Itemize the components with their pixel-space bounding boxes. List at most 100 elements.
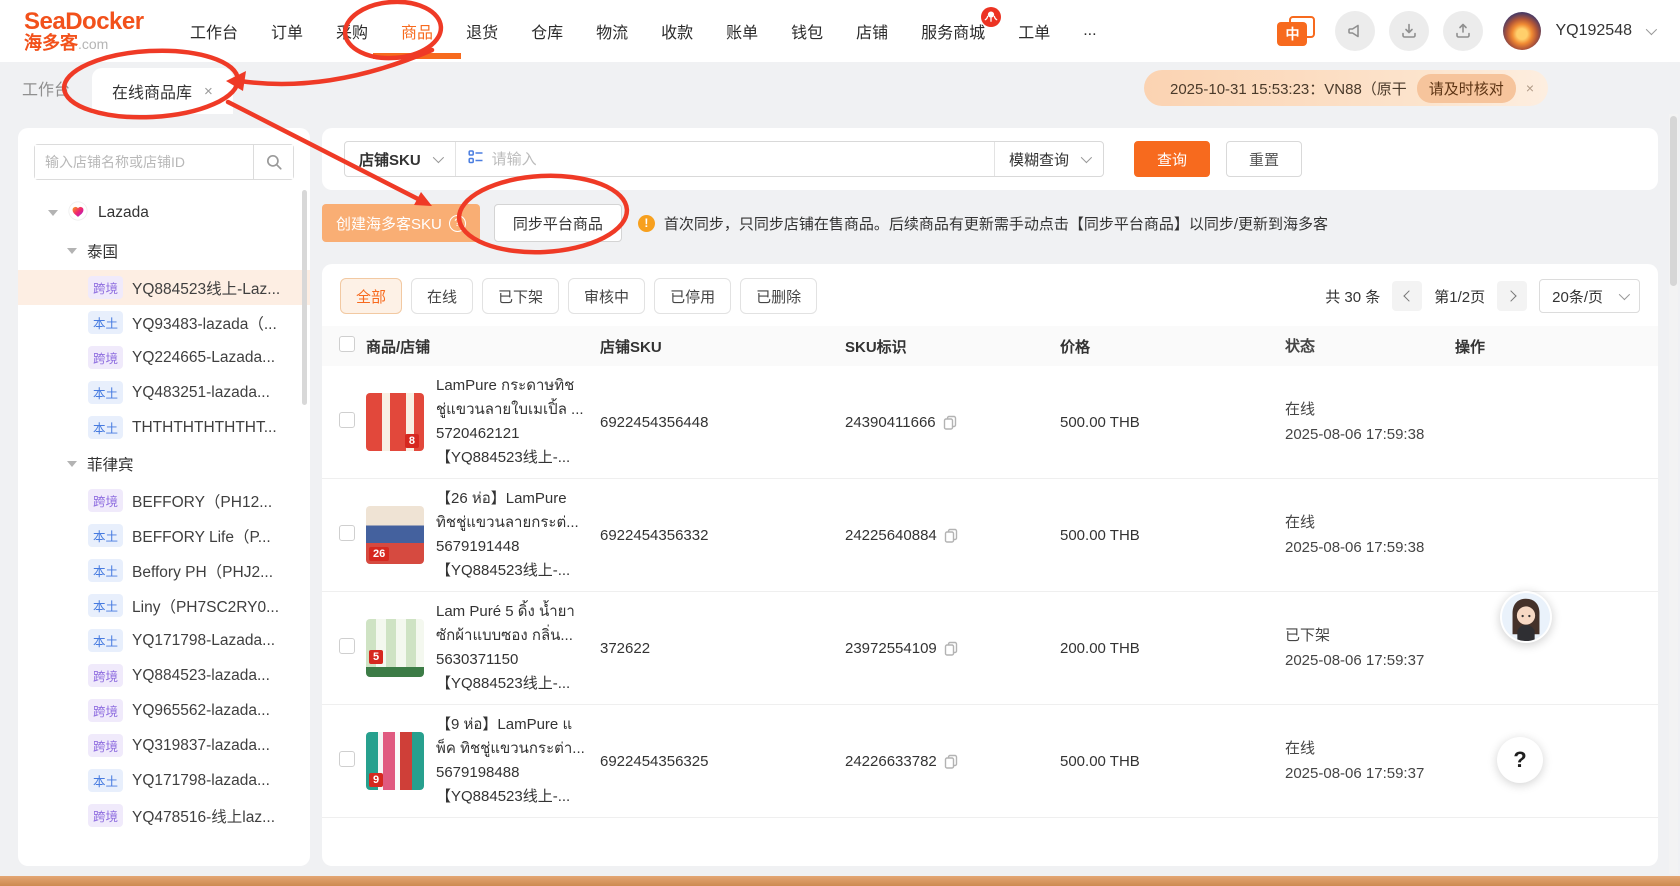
shop-item[interactable]: 本土 THTHTHTHTHTHT... [18,410,310,445]
total-count: 共 30 条 [1325,286,1380,307]
table-row: 5 Lam Puré 5 ดิ้ง น้ำยา ซักผ้าแบบซอง กลิ… [322,592,1658,705]
shop-item[interactable]: 本土 YQ93483-lazada（... [18,305,310,340]
product-name[interactable]: 【26 ห่อ】LamPure [436,487,579,511]
shop-item[interactable]: 跨境 YQ319837-lazada... [18,728,310,763]
copy-icon[interactable] [944,528,959,543]
keyword-input[interactable] [492,151,994,168]
shop-item[interactable]: 本土 Beffory PH（PHJ2... [18,553,310,588]
username[interactable]: YQ192548 [1555,22,1632,40]
sidebar-scrollbar[interactable] [302,190,307,405]
pagination: 共 30 条 第1/2页 20条/页 [1325,279,1640,313]
language-switch-icon[interactable]: 中 [1277,16,1315,46]
product-name[interactable]: Lam Puré 5 ดิ้ง น้ำยา [436,600,575,624]
product-image[interactable]: 26 [366,506,424,564]
nav-item-orders[interactable]: 订单 [271,19,303,43]
row-checkbox[interactable] [339,525,355,541]
row-checkbox[interactable] [339,638,355,654]
nav-item-returns[interactable]: 退货 [466,19,498,43]
app-window: SeaDocker 海多客.com 工作台 订单 采购 商品 退货 仓库 物流 … [0,0,1680,886]
shop-item[interactable]: 跨境 YQ478516-线上laz... [18,798,310,833]
create-sku-button[interactable]: 创建海多客SKU ? [322,204,480,242]
nav-item-service-mall[interactable]: 服务商城 [921,19,985,43]
nav-item-wallet[interactable]: 钱包 [791,19,823,43]
product-image[interactable]: 5 [366,619,424,677]
product-name-2[interactable]: ซักผ้าแบบซอง กลิ่น... [436,624,575,648]
notice-close-icon[interactable]: × [1526,80,1534,96]
shop-item[interactable]: 跨境 YQ884523线上-Laz... [18,270,310,305]
search-button[interactable]: 查询 [1134,141,1210,177]
assistant-avatar[interactable] [1500,591,1552,643]
nav-item-shops[interactable]: 店铺 [856,19,888,43]
announcement-icon[interactable] [1335,11,1375,51]
sync-platform-products-button[interactable]: 同步平台商品 [494,204,622,242]
shop-item[interactable]: 跨境 YQ884523-lazada... [18,658,310,693]
export-icon[interactable] [1443,11,1483,51]
shop-search-input[interactable] [35,145,253,179]
shop-item[interactable]: 本土 YQ171798-lazada... [18,763,310,798]
next-page-button[interactable] [1497,281,1527,311]
download-icon[interactable] [1389,11,1429,51]
select-all-checkbox[interactable] [339,336,355,352]
nav-more[interactable]: ... [1083,22,1096,40]
notice-action-pill[interactable]: 请及时核对 [1417,74,1516,103]
badge-cross-border: 跨境 [88,276,123,299]
chevron-down-icon[interactable] [1646,24,1657,35]
product-name[interactable]: LamPure กระดาษทิช [436,374,584,398]
chevron-down-icon [1619,289,1630,300]
row-checkbox[interactable] [339,412,355,428]
product-name-2[interactable]: ชู่แขวนลายใบเมเปิ้ล ... [436,398,584,422]
row-checkbox[interactable] [339,751,355,767]
tab-close-icon[interactable]: × [204,83,213,100]
product-name[interactable]: 【9 ห่อ】LamPure แ [436,713,585,737]
shop-item[interactable]: 本土 BEFFORY Life（P... [18,518,310,553]
status-time: 2025-08-06 17:59:37 [1285,761,1455,786]
sku-id-value: 24226633782 [845,753,937,770]
tree-node-lazada[interactable]: Lazada [18,194,310,232]
product-name-2[interactable]: พ็ค ทิชชู่แขวนกระต่า... [436,737,585,761]
nav-item-purchasing[interactable]: 采购 [336,19,368,43]
tab-online[interactable]: 在线 [411,278,473,314]
match-mode-select[interactable]: 模糊查询 [994,142,1103,176]
user-avatar[interactable] [1503,12,1541,50]
copy-icon[interactable] [943,415,958,430]
copy-icon[interactable] [944,641,959,656]
page-size-select[interactable]: 20条/页 [1539,279,1640,313]
nav-item-bills[interactable]: 账单 [726,19,758,43]
field-select[interactable]: 店铺SKU [345,142,456,176]
help-button[interactable]: ? [1497,737,1543,783]
tab-delisted[interactable]: 已下架 [482,278,559,314]
tree-node-philippines[interactable]: 菲律宾 [18,445,310,483]
shop-item[interactable]: 跨境 BEFFORY（PH12... [18,483,310,518]
product-image[interactable]: 8 [366,393,424,451]
brand-logo[interactable]: SeaDocker 海多客.com [24,9,174,53]
shop-item[interactable]: 本土 YQ483251-lazada... [18,375,310,410]
nav-item-workbench[interactable]: 工作台 [190,19,238,43]
page-scrollbar[interactable] [1669,114,1678,874]
tab-reviewing[interactable]: 审核中 [568,278,645,314]
nav-item-tickets[interactable]: 工单 [1018,19,1050,43]
scrollbar-thumb[interactable] [1670,116,1677,286]
lazada-heart-icon [68,201,88,226]
shop-item[interactable]: 跨境 YQ224665-Lazada... [18,340,310,375]
shop-item[interactable]: 本土 YQ171798-Lazada... [18,623,310,658]
tab-deleted[interactable]: 已删除 [740,278,817,314]
search-input-group: 店铺SKU 模糊查询 [344,141,1104,177]
nav-item-warehouse[interactable]: 仓库 [531,19,563,43]
product-image[interactable]: 9 [366,732,424,790]
copy-icon[interactable] [944,754,959,769]
tab-disabled[interactable]: 已停用 [654,278,731,314]
shop-item[interactable]: 本土 Liny（PH7SC2RY0... [18,588,310,623]
nav-item-products[interactable]: 商品 [401,19,433,43]
search-icon[interactable] [253,145,293,179]
action-row: 创建海多客SKU ? 同步平台商品 ! 首次同步，只同步店铺在售商品。后续商品有… [322,204,1658,242]
tab-online-product-library[interactable]: 在线商品库 × [92,68,233,114]
tab-all[interactable]: 全部 [340,278,402,314]
breadcrumb[interactable]: 工作台 [22,76,70,100]
product-name-2[interactable]: ทิชชู่แขวนลายกระต่... [436,511,579,535]
nav-item-logistics[interactable]: 物流 [596,19,628,43]
reset-button[interactable]: 重置 [1226,141,1302,177]
shop-item[interactable]: 跨境 YQ965562-lazada... [18,693,310,728]
nav-item-collections[interactable]: 收款 [661,19,693,43]
tree-node-thailand[interactable]: 泰国 [18,232,310,270]
prev-page-button[interactable] [1392,281,1422,311]
